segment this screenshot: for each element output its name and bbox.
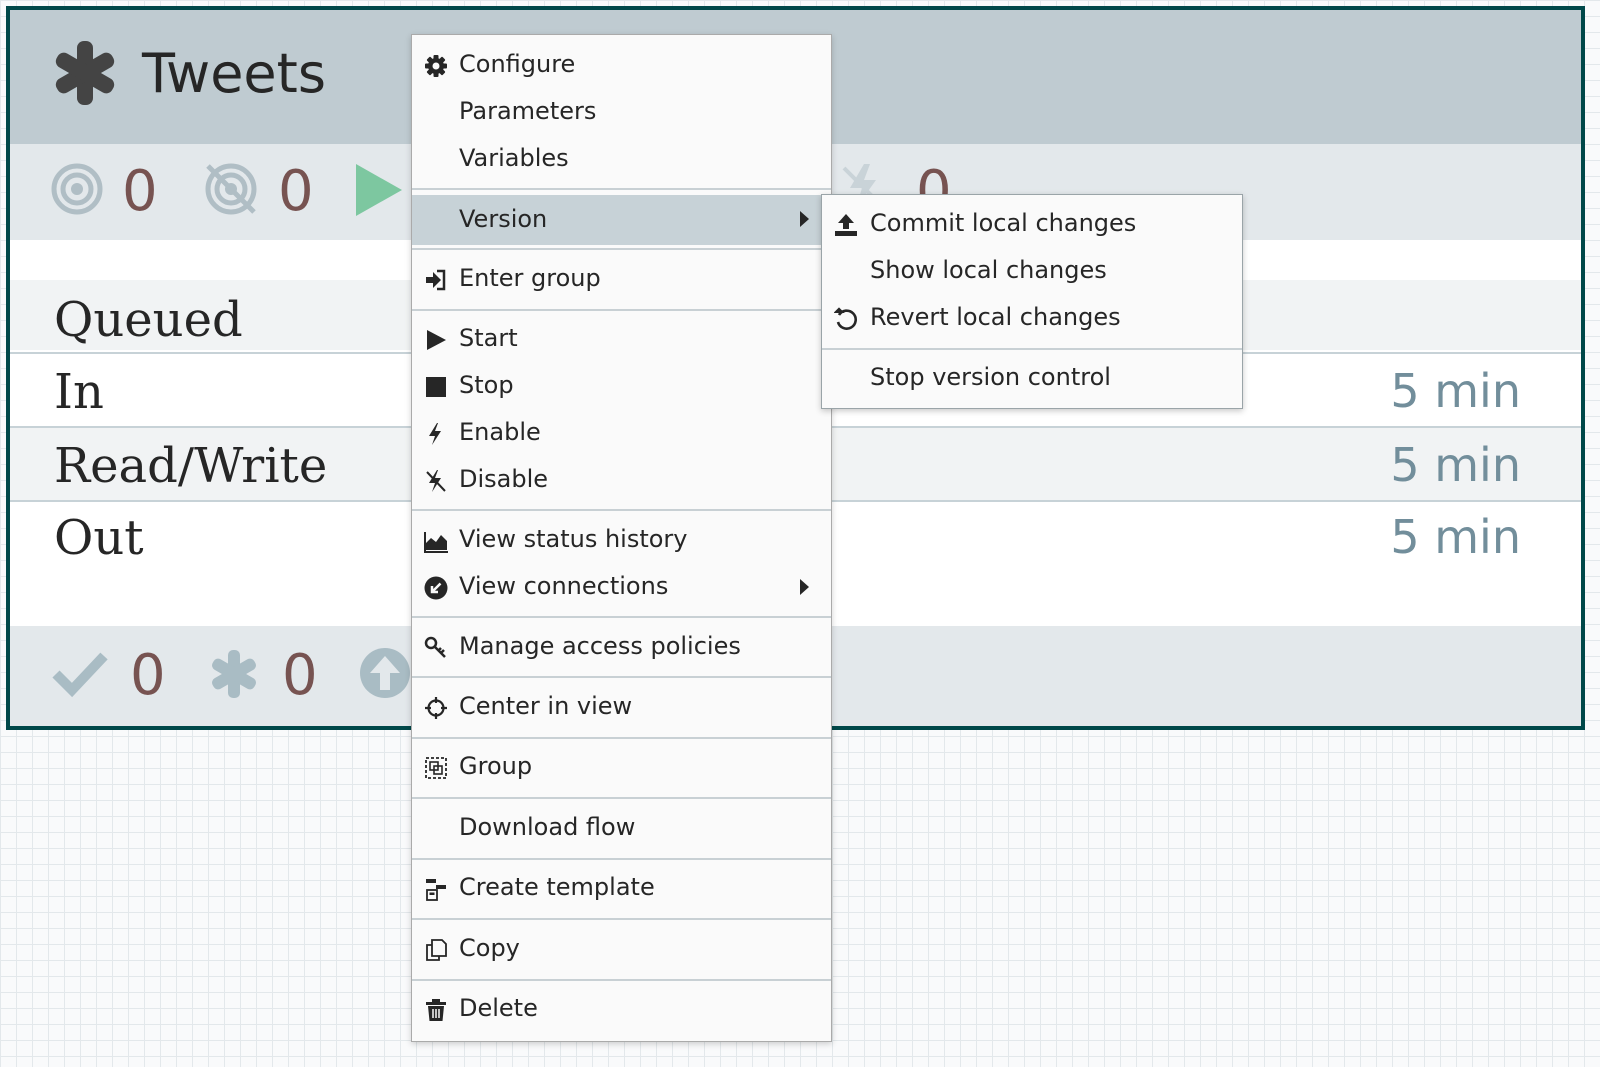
arrow-circle-up-icon [360,648,410,698]
submenu-item-commit-local-changes[interactable]: Commit local changes [822,201,1242,247]
stop-icon [426,377,446,397]
menu-item-delete[interactable]: Delete [412,986,831,1032]
out-label: Out [54,510,144,566]
menu-item-label: Enable [459,418,541,446]
context-menu: Configure Parameters Variables Version E… [411,34,832,1042]
menu-item-parameters[interactable]: Parameters [412,89,831,135]
menu-separator [412,309,831,311]
gear-icon [425,55,447,77]
process-group-title: Tweets [142,42,326,105]
bolt-slash-icon [426,470,446,492]
menu-item-version[interactable]: Version [412,195,831,245]
menu-separator [412,509,831,511]
not-transmitting-icon [205,163,257,215]
read-write-time: 5 min [1390,438,1521,492]
menu-item-label: Revert local changes [870,303,1121,331]
menu-item-disable[interactable]: Disable [412,457,831,503]
menu-item-label: Configure [459,50,576,78]
menu-separator [412,737,831,739]
crosshairs-icon [425,697,447,719]
menu-item-variables[interactable]: Variables [412,136,831,182]
queued-label: Queued [54,292,243,348]
key-icon [424,636,446,658]
submenu-item-stop-version-control[interactable]: Stop version control [822,355,1242,401]
menu-item-center-in-view[interactable]: Center in view [412,684,831,730]
read-write-label: Read/Write [54,438,328,494]
menu-item-label: Download flow [459,813,636,841]
not-transmitting-count: 0 [278,159,314,224]
menu-separator [412,918,831,920]
menu-item-create-template[interactable]: Create template [412,865,831,911]
asterisk-icon [55,41,115,105]
play-icon [356,164,402,216]
menu-item-download-flow[interactable]: Download flow [412,805,831,851]
menu-item-label: Stop [459,371,514,399]
menu-item-manage-access-policies[interactable]: Manage access policies [412,624,831,670]
menu-item-label: Commit local changes [870,209,1137,237]
menu-item-label: Center in view [459,692,633,720]
menu-item-group[interactable]: Group [412,744,831,790]
menu-item-label: Stop version control [870,363,1111,391]
menu-item-label: Manage access policies [459,632,741,660]
menu-item-copy[interactable]: Copy [412,926,831,972]
menu-item-label: View connections [459,572,669,600]
menu-item-stop[interactable]: Stop [412,363,831,409]
group-icon [425,757,447,779]
upload-icon [835,214,857,236]
submenu-item-revert-local-changes[interactable]: Revert local changes [822,295,1242,341]
check-icon [52,652,108,698]
menu-separator [412,188,831,190]
menu-item-enable[interactable]: Enable [412,410,831,456]
menu-separator [412,797,831,799]
submenu-item-show-local-changes[interactable]: Show local changes [822,248,1242,294]
menu-separator [412,616,831,618]
locally-modified-count: 0 [282,643,318,708]
menu-item-label: Disable [459,465,549,493]
menu-item-view-status-history[interactable]: View status history [412,517,831,563]
menu-separator [412,979,831,981]
menu-item-label: Version [459,205,548,233]
trash-icon [426,999,446,1021]
out-time: 5 min [1390,510,1521,564]
menu-separator [412,248,831,250]
template-icon [426,879,446,901]
menu-separator [822,348,1242,350]
menu-item-label: Variables [459,144,569,172]
caret-right-icon [800,579,809,595]
menu-item-label: View status history [459,525,688,553]
undo-icon [834,307,857,330]
caret-right-icon [800,211,809,227]
menu-item-start[interactable]: Start [412,316,831,362]
in-time: 5 min [1390,364,1521,418]
sign-in-icon [426,269,446,291]
menu-item-label: Group [459,752,533,780]
copy-icon [426,939,447,961]
menu-item-label: Delete [459,994,538,1022]
play-icon [427,330,446,350]
menu-item-configure[interactable]: Configure [412,42,831,88]
bolt-icon [429,423,441,445]
menu-item-view-connections[interactable]: View connections [412,564,831,610]
menu-item-enter-group[interactable]: Enter group [412,256,831,302]
version-submenu: Commit local changes Show local changes … [821,194,1243,409]
menu-item-label: Parameters [459,97,597,125]
up-to-date-count: 0 [130,643,166,708]
menu-item-label: Show local changes [870,256,1107,284]
transmitting-count: 0 [122,159,158,224]
menu-separator [412,858,831,860]
menu-separator [412,676,831,678]
arrow-circle-icon [424,576,448,600]
in-label: In [54,364,104,420]
menu-item-label: Start [459,324,518,352]
menu-item-label: Enter group [459,264,601,292]
asterisk-icon [212,650,256,698]
menu-item-label: Copy [459,934,520,962]
menu-item-label: Create template [459,873,655,901]
transmitting-icon [51,163,103,215]
area-chart-icon [424,532,448,553]
